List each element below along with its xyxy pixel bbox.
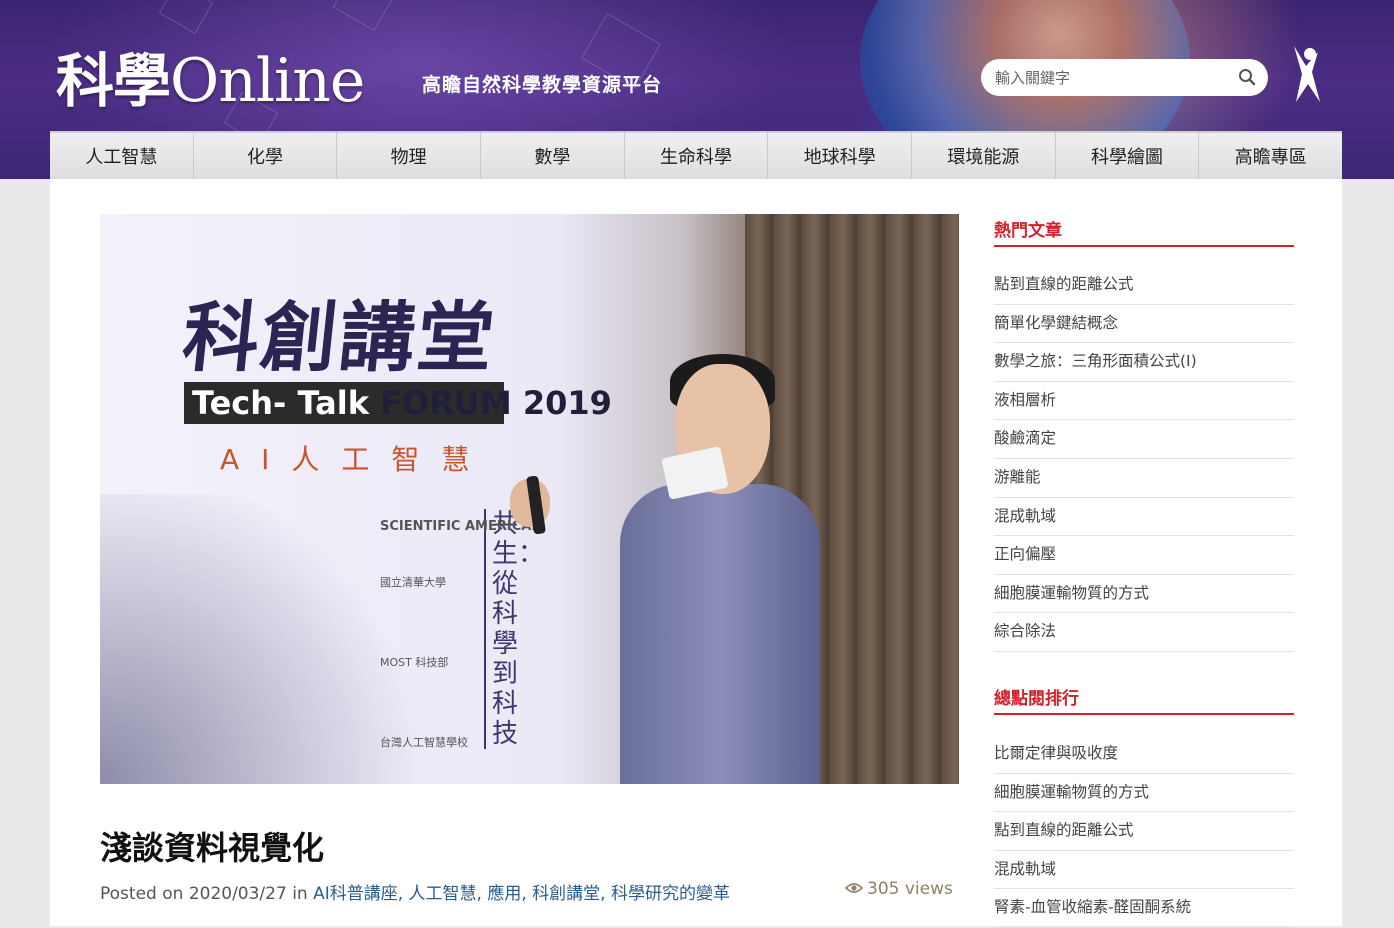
popular-article-item[interactable]: 綜合除法 xyxy=(994,613,1294,652)
nav-item-science-drawing[interactable]: 科學繪圖 xyxy=(1055,133,1200,179)
ranking-item[interactable]: 比爾定律與吸收度 xyxy=(994,735,1294,774)
views-count: 305 views xyxy=(844,879,953,899)
popular-article-item[interactable]: 液相層析 xyxy=(994,382,1294,421)
post-title[interactable]: 淺談資料視覺化 xyxy=(100,823,324,869)
popular-article-item[interactable]: 細胞膜運輸物質的方式 xyxy=(994,575,1294,614)
nav-item-chemistry[interactable]: 化學 xyxy=(193,133,338,179)
nav-item-physics[interactable]: 物理 xyxy=(337,133,482,179)
person-figure-icon[interactable] xyxy=(1288,44,1326,110)
ranking-item[interactable]: 腎素-血管收縮素-醛固酮系統 xyxy=(994,889,1294,928)
nav-item-math[interactable]: 數學 xyxy=(481,133,625,179)
nav-item-ai[interactable]: 人工智慧 xyxy=(50,133,194,179)
popular-articles-title: 熱門文章 xyxy=(994,216,1294,247)
popular-article-item[interactable]: 點到直線的距離公式 xyxy=(994,266,1294,305)
poster-ai-text: AI人工智慧 xyxy=(220,443,492,476)
search-input[interactable] xyxy=(993,66,1227,90)
total-ranking-title: 總點閱排行 xyxy=(994,684,1294,715)
popular-article-item[interactable]: 簡單化學鍵結概念 xyxy=(994,305,1294,344)
poster-forum: Tech- Talk FORUM 2019 xyxy=(184,382,620,424)
nav-item-earth-science[interactable]: 地球科學 xyxy=(768,133,913,179)
popular-articles-list: 點到直線的距離公式 簡單化學鍵結概念 數學之旅：三角形面積公式(I) 液相層析 … xyxy=(994,266,1294,652)
popular-article-item[interactable]: 酸鹼滴定 xyxy=(994,420,1294,459)
site-logo[interactable]: 科學Online xyxy=(56,34,365,118)
nav-item-life-science[interactable]: 生命科學 xyxy=(624,133,769,179)
nav-item-highscope[interactable]: 高瞻專區 xyxy=(1199,133,1343,179)
nav-item-environment-energy[interactable]: 環境能源 xyxy=(912,133,1056,179)
eye-icon xyxy=(844,879,864,899)
search-icon[interactable] xyxy=(1238,68,1256,90)
popular-article-item[interactable]: 正向偏壓 xyxy=(994,536,1294,575)
featured-image[interactable]: 科創講堂 Tech- Talk FORUM 2019 AI人工智慧 共生：從科學… xyxy=(100,214,959,784)
popular-article-item[interactable]: 數學之旅：三角形面積公式(I) xyxy=(994,343,1294,382)
popular-article-item[interactable]: 混成軌域 xyxy=(994,498,1294,537)
main-nav: 人工智慧 化學 物理 數學 生命科學 地球科學 環境能源 科學繪圖 高瞻專區 xyxy=(50,131,1343,179)
site-tagline: 高瞻自然科學教學資源平台 xyxy=(422,74,663,96)
ranking-item[interactable]: 混成軌域 xyxy=(994,851,1294,890)
poster-vertical-text: 共生：從科學到科技 xyxy=(484,509,544,749)
popular-article-item[interactable]: 游離能 xyxy=(994,459,1294,498)
ranking-item[interactable]: 細胞膜運輸物質的方式 xyxy=(994,774,1294,813)
ranking-item[interactable]: 點到直線的距離公式 xyxy=(994,812,1294,851)
molecule-decoration xyxy=(158,0,214,35)
search-box[interactable] xyxy=(981,59,1268,96)
post-categories[interactable]: AI科普講座, 人工智慧, 應用, 科創講堂, 科學研究的變革 xyxy=(313,884,730,904)
sponsor-logo: 國立清華大學 xyxy=(380,576,446,589)
post-date: 2020/03/27 xyxy=(188,884,287,904)
molecule-decoration xyxy=(332,0,396,32)
speaker-body xyxy=(620,484,820,784)
sponsor-logo: MOST 科技部 xyxy=(380,656,449,669)
poster-title: 科創講堂 xyxy=(178,293,500,382)
content-panel: 科創講堂 Tech- Talk FORUM 2019 AI人工智慧 共生：從科學… xyxy=(50,179,1342,928)
total-ranking-list: 比爾定律與吸收度 細胞膜運輸物質的方式 點到直線的距離公式 混成軌域 腎素-血管… xyxy=(994,735,1294,928)
sponsor-logo: 台灣人工智慧學校 xyxy=(380,736,468,749)
post-meta: Posted on 2020/03/27 in AI科普講座, 人工智慧, 應用… xyxy=(100,884,730,904)
